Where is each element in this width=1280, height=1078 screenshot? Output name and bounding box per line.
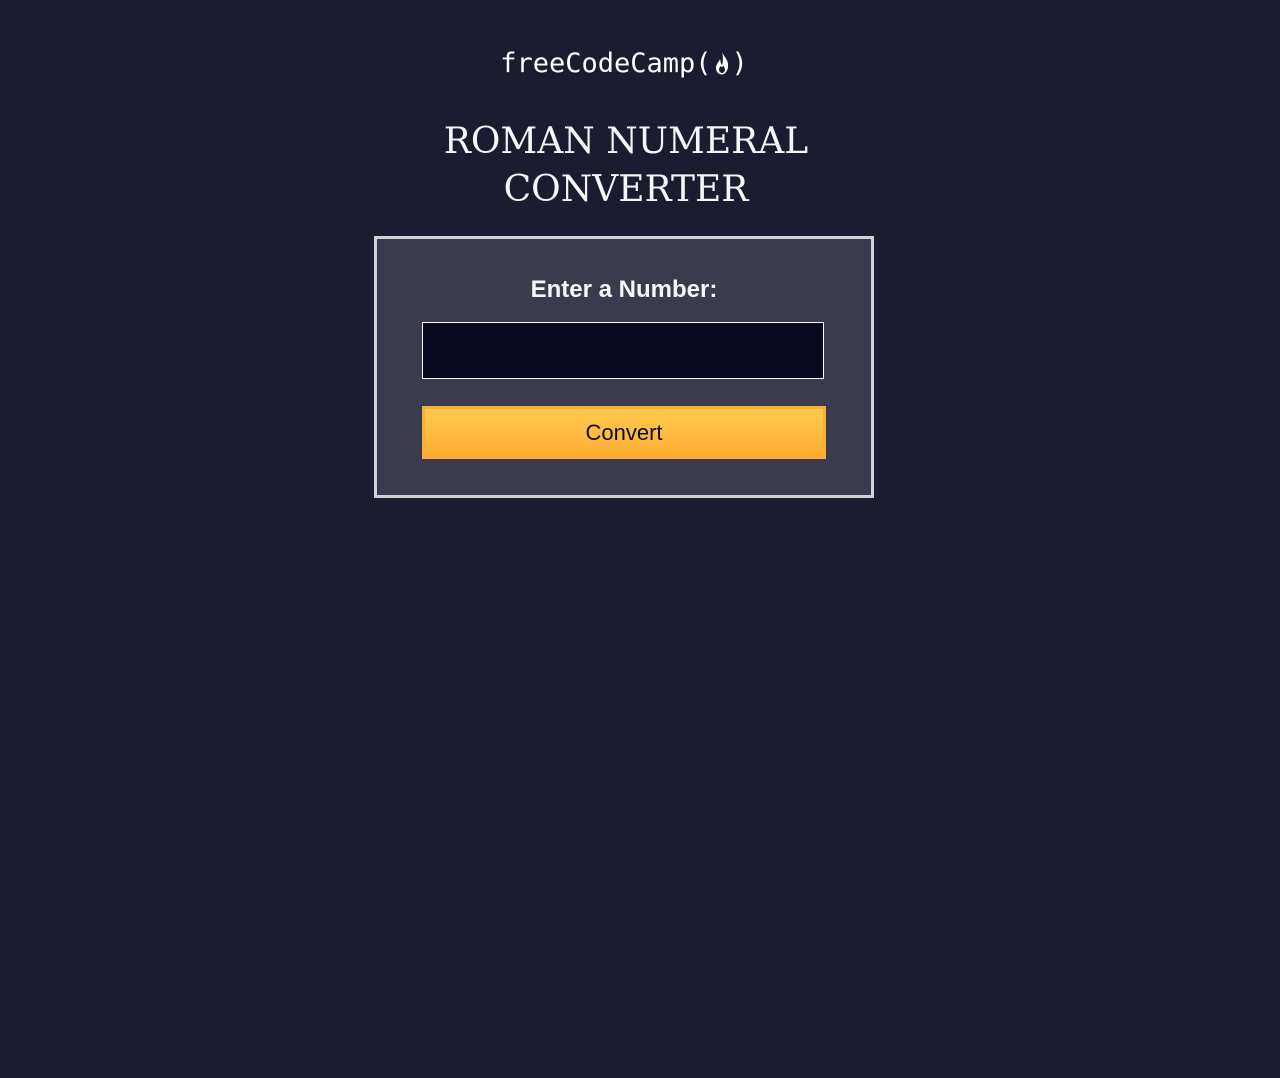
- freecodecamp-logo: freeCodeCamp(): [0, 44, 1248, 84]
- converter-form: Enter a Number: Convert: [374, 236, 874, 498]
- page-title: ROMAN NUMERAL CONVERTER: [0, 118, 1252, 214]
- logo-text-suffix: ): [731, 48, 748, 79]
- number-input[interactable]: [422, 322, 824, 379]
- convert-button[interactable]: Convert: [422, 406, 826, 459]
- page-title-line-2: CONVERTER: [503, 169, 749, 210]
- logo-text-prefix: freeCodeCamp(: [500, 48, 712, 79]
- flame-icon: [715, 52, 728, 75]
- page-title-line-1: ROMAN NUMERAL: [443, 121, 809, 162]
- number-label: Enter a Number:: [530, 276, 718, 303]
